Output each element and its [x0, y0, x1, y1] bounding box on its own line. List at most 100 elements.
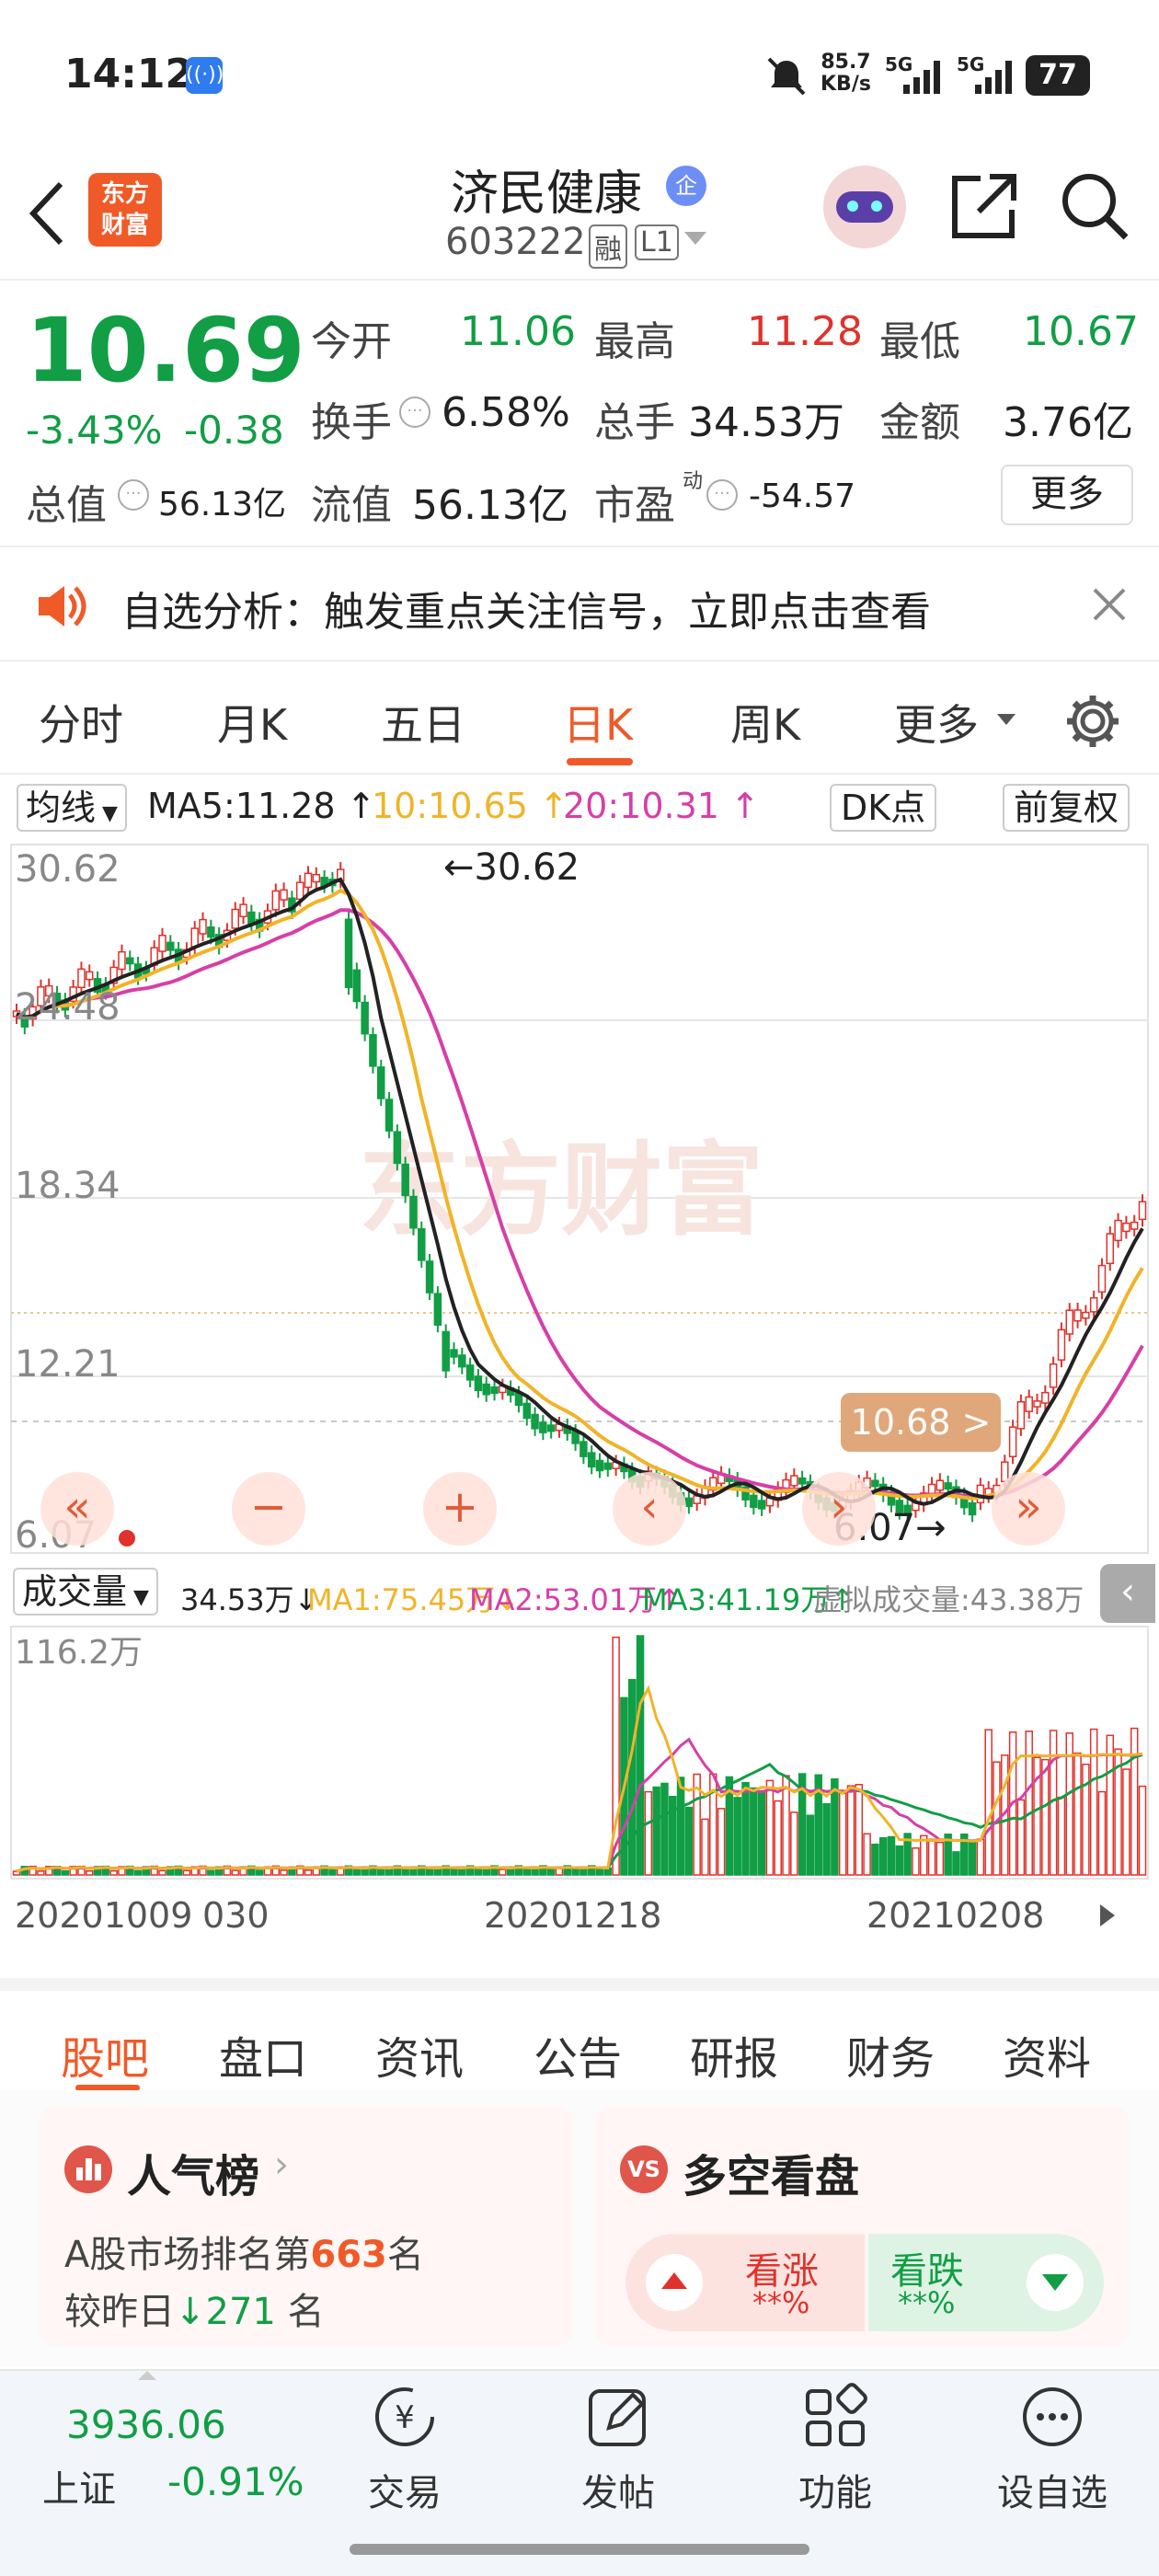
- bearish-button[interactable]: 看跌 **%: [868, 2234, 1104, 2331]
- tab-weekly[interactable]: 周K: [730, 692, 800, 753]
- adjust-button[interactable]: 前复权: [1003, 784, 1130, 832]
- tab-more[interactable]: 更多: [894, 692, 979, 753]
- amount-value: 3.76亿: [1003, 399, 1133, 446]
- price-axis-label: 12.21: [15, 1343, 120, 1386]
- level-tag[interactable]: L1: [635, 224, 679, 260]
- candle: [976, 1484, 985, 1504]
- dk-point-button[interactable]: DK点: [830, 784, 937, 832]
- bull-bear-card[interactable]: VS 多空看盘 看涨 **% 看跌 **%: [594, 2107, 1130, 2346]
- info-icon[interactable]: ···: [399, 397, 430, 428]
- candle: [1057, 1328, 1066, 1361]
- candle: [77, 968, 86, 988]
- assistant-avatar[interactable]: [823, 166, 906, 248]
- chevron-down-icon[interactable]: [997, 714, 1016, 725]
- search-icon[interactable]: [1058, 169, 1131, 243]
- volume-bar: [984, 1729, 993, 1876]
- index-value[interactable]: 3936.06: [66, 2402, 226, 2447]
- turnover-label: 换手: [311, 399, 392, 446]
- volume-bar: [935, 1841, 945, 1876]
- tab-five-day[interactable]: 五日: [381, 692, 465, 753]
- info-icon[interactable]: ···: [118, 479, 149, 511]
- zoom-in-button[interactable]: +: [423, 1472, 497, 1546]
- candle: [393, 1131, 402, 1165]
- scroll-right-fast-button[interactable]: »: [992, 1472, 1065, 1546]
- volume-bar: [636, 1635, 645, 1876]
- candle: [531, 1413, 539, 1430]
- net-speed-unit: KB/s: [820, 73, 871, 96]
- index-name[interactable]: 上证: [42, 2459, 116, 2513]
- tab-finance[interactable]: 财务: [846, 2022, 935, 2087]
- dock-add-watchlist[interactable]: 设自选: [979, 2371, 1126, 2516]
- tab-profile[interactable]: 资料: [1003, 2022, 1091, 2087]
- scroll-left-button[interactable]: ‹: [613, 1472, 686, 1546]
- status-time: 14:12: [64, 51, 194, 98]
- enterprise-badge: 企: [666, 166, 706, 206]
- mute-bell-icon: [767, 57, 806, 96]
- gear-icon[interactable]: [1063, 692, 1122, 751]
- tab-intraday[interactable]: 分时: [39, 692, 123, 753]
- candle: [474, 1375, 483, 1392]
- current-price-tag[interactable]: 10.68 >: [841, 1393, 1001, 1452]
- candle: [207, 926, 215, 938]
- bullish-button[interactable]: 看涨 **%: [625, 2234, 865, 2331]
- current-price: 10.69: [26, 299, 305, 402]
- candle: [126, 957, 134, 965]
- candle: [384, 1098, 394, 1132]
- analysis-banner[interactable]: 自选分析：触发重点关注信号，立即点击查看: [0, 549, 1159, 661]
- chevron-down-icon[interactable]: [684, 232, 706, 245]
- volume-bar: [1097, 1790, 1107, 1876]
- up-arrow-icon: [646, 2254, 703, 2311]
- candle: [935, 1479, 945, 1491]
- candle: [352, 969, 361, 1003]
- scroll-right-button[interactable]: ›: [802, 1472, 876, 1546]
- dock-post[interactable]: 发帖: [545, 2371, 692, 2516]
- candle: [968, 1501, 977, 1516]
- share-icon[interactable]: [947, 169, 1021, 243]
- indicator-selector[interactable]: 成交量 ▼: [13, 1568, 158, 1616]
- dock-trade[interactable]: ¥ 交易: [331, 2371, 478, 2516]
- zoom-out-button[interactable]: −: [232, 1472, 305, 1546]
- close-icon[interactable]: [1091, 586, 1128, 623]
- collapse-panel-button[interactable]: ‹: [1100, 1564, 1155, 1623]
- volume-chart[interactable]: 116.2万: [0, 1625, 1159, 1882]
- volume-bar: [782, 1775, 790, 1876]
- ma5-value: MA5:11.28 ↑: [147, 786, 376, 826]
- scroll-left-fast-button[interactable]: «: [40, 1472, 114, 1546]
- volume-bar: [660, 1782, 669, 1876]
- volume-bar: [855, 1784, 864, 1876]
- tab-daily[interactable]: 日K: [563, 692, 633, 753]
- pe-label: 市盈: [594, 482, 675, 529]
- card-title: 人气榜: [127, 2151, 260, 2202]
- tab-announcements[interactable]: 公告: [534, 2022, 622, 2087]
- play-forward-icon[interactable]: [1100, 1904, 1115, 1926]
- ma-selector[interactable]: 均线 ▼: [17, 784, 127, 832]
- candle: [1082, 1311, 1090, 1319]
- back-arrow-icon[interactable]: [24, 177, 70, 250]
- chevron-up-icon[interactable]: [138, 2371, 156, 2380]
- candle: [750, 1494, 758, 1509]
- candle: [603, 1462, 613, 1470]
- brand-logo[interactable]: 东方 财富: [88, 173, 162, 247]
- date-label: 030: [202, 1895, 270, 1936]
- candle: [1033, 1400, 1041, 1408]
- info-icon[interactable]: ···: [706, 479, 738, 511]
- tab-monthly[interactable]: 月K: [217, 692, 287, 753]
- volume-bar: [1122, 1768, 1130, 1876]
- tab-news[interactable]: 资讯: [375, 2022, 464, 2087]
- open-value: 11.06: [460, 308, 576, 355]
- candle: [944, 1482, 952, 1490]
- index-change[interactable]: -0.91%: [167, 2459, 304, 2504]
- tab-research[interactable]: 研报: [690, 2022, 778, 2087]
- candle: [587, 1452, 596, 1468]
- tab-forum[interactable]: 股吧: [61, 2022, 149, 2087]
- tab-orderbook[interactable]: 盘口: [219, 2022, 307, 2087]
- volume-bar: [774, 1800, 782, 1876]
- dock-functions[interactable]: 功能: [762, 2371, 909, 2516]
- volume-bar: [1016, 1799, 1026, 1876]
- volume-label: 总手: [594, 399, 675, 446]
- candle: [1073, 1309, 1082, 1322]
- popularity-card[interactable]: 人气榜 › A股市场排名第663名 较昨日↓271 名: [39, 2107, 574, 2346]
- volume-bar: [765, 1779, 775, 1876]
- more-button[interactable]: 更多: [1001, 465, 1133, 525]
- volume-bar: [1057, 1796, 1066, 1876]
